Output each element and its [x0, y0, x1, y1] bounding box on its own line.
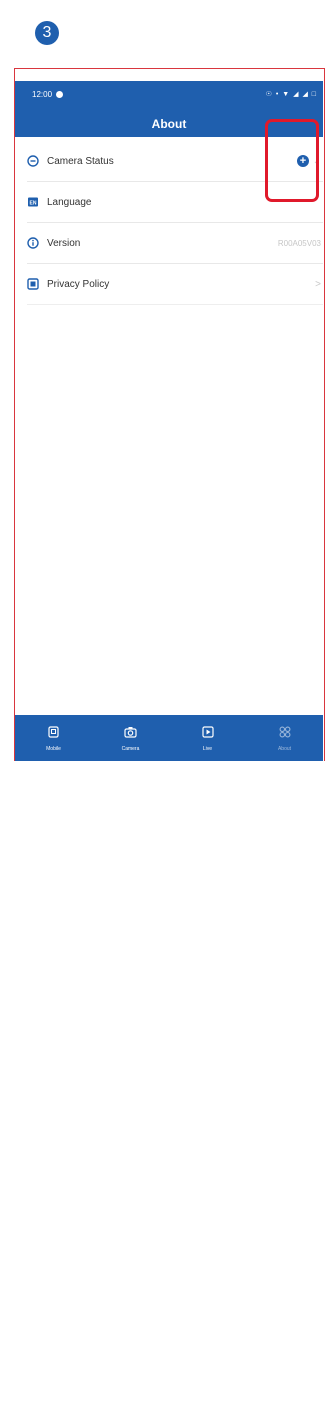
camera-icon	[124, 725, 137, 743]
notification-icon	[56, 91, 64, 98]
tab-live[interactable]: Live	[169, 715, 246, 761]
info-icon	[27, 237, 39, 249]
live-icon	[201, 725, 214, 743]
about-icon	[279, 725, 291, 743]
tab-camera[interactable]: Camera	[92, 715, 169, 761]
tab-mobile[interactable]: Mobile	[15, 715, 92, 761]
svg-text:EN: EN	[30, 201, 37, 207]
step-number-badge: 3	[35, 21, 59, 45]
menu-item-privacy-policy[interactable]: Privacy Policy >	[27, 264, 323, 305]
tab-about[interactable]: About	[246, 715, 323, 761]
menu-item-label: Privacy Policy	[47, 278, 110, 290]
camera-status-icon	[27, 155, 39, 167]
privacy-policy-icon	[27, 278, 39, 290]
status-bar: 12:00 ☉ • ▼ ◢ ◢ □	[15, 81, 323, 111]
menu-item-label: Camera Status	[47, 155, 114, 167]
version-value: R00A05V03	[277, 238, 321, 248]
highlight-annotation-box	[265, 119, 319, 202]
tab-label: Live	[202, 745, 213, 752]
menu-item-label: Language	[47, 196, 92, 208]
bottom-tab-bar: Mobile Camera Live About	[15, 715, 323, 1404]
language-icon: EN	[27, 196, 39, 208]
menu-item-version[interactable]: Version R00A05V03	[27, 223, 323, 264]
menu-item-label: Version	[47, 237, 81, 249]
mobile-icon	[48, 725, 59, 743]
status-time: 12:00	[32, 90, 64, 99]
system-icons: ☉ • ▼ ◢ ◢ □	[265, 91, 317, 98]
tab-label: Mobile	[46, 745, 61, 752]
tab-label: About	[277, 745, 292, 752]
tab-label: Camera	[121, 745, 140, 752]
chevron-right-icon[interactable]: >	[315, 279, 321, 290]
